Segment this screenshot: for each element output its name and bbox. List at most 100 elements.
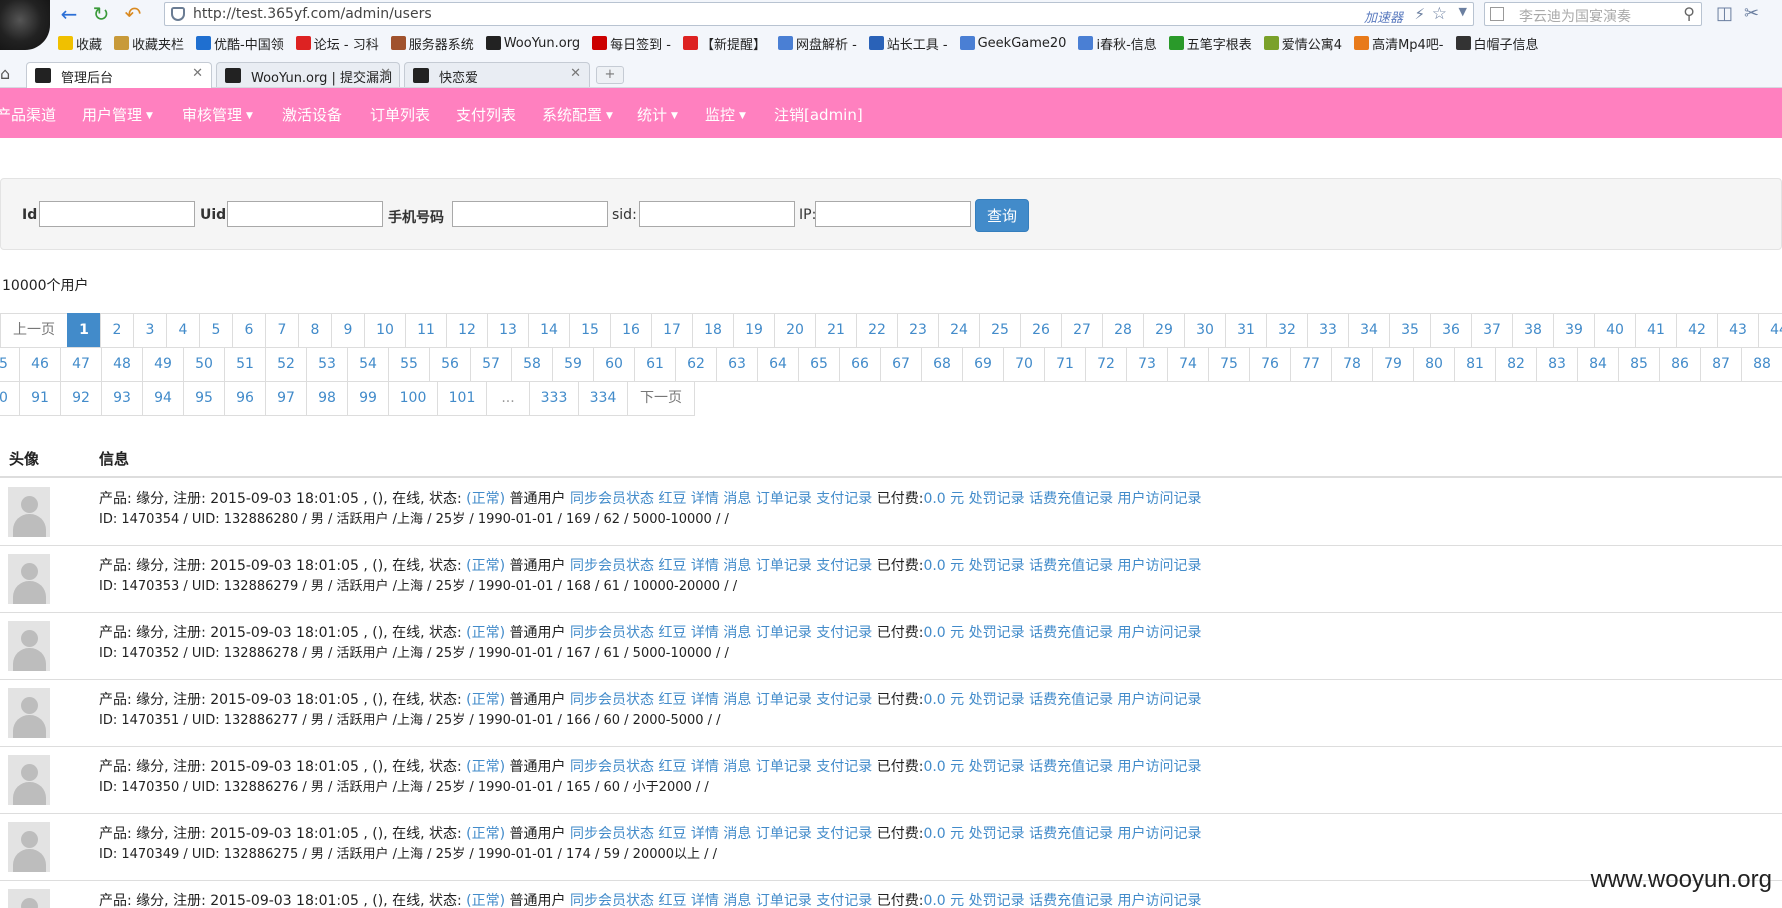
page-link[interactable]: 82 [1495,347,1537,382]
action-link[interactable]: 订单记录 [756,692,812,708]
page-link[interactable]: 68 [921,347,963,382]
bookmark-item[interactable]: 收藏夹栏 [114,32,184,54]
paid-value[interactable]: 0.0 元 [923,759,964,775]
page-link[interactable]: 9 [331,313,365,348]
action-link[interactable]: 同步会员状态 [570,893,654,908]
chevron-down-icon[interactable]: ▼ [1459,5,1467,18]
page-link[interactable]: 73 [1126,347,1168,382]
paid-value[interactable]: 0.0 元 [923,558,964,574]
action-link[interactable]: 同步会员状态 [570,826,654,842]
action-link[interactable]: 话费充值记录 [1029,625,1113,641]
page-link[interactable]: 21 [815,313,857,348]
page-link[interactable]: 16 [610,313,652,348]
bookmark-item[interactable]: 五笔字根表 [1168,32,1252,54]
page-link[interactable]: 28 [1102,313,1144,348]
page-link[interactable]: 50 [183,347,225,382]
action-link[interactable]: 话费充值记录 [1029,491,1113,507]
page-link[interactable]: 39 [1553,313,1595,348]
action-link[interactable]: 支付记录 [816,558,872,574]
action-link[interactable]: 订单记录 [756,759,812,775]
nav-item[interactable]: 统计 ▼ [637,104,678,125]
page-link[interactable]: 33 [1307,313,1349,348]
paid-value[interactable]: 0.0 元 [923,826,964,842]
action-link[interactable]: 消息 [723,491,751,507]
page-link[interactable]: 77 [1290,347,1332,382]
page-link[interactable]: 19 [733,313,775,348]
action-link[interactable]: 消息 [723,826,751,842]
page-link[interactable]: 12 [446,313,488,348]
page-link[interactable]: 61 [634,347,676,382]
page-link[interactable]: 91 [19,381,61,416]
bookmark-item[interactable]: 【新提醒】 [682,32,766,54]
page-link[interactable]: 35 [1389,313,1431,348]
page-link[interactable]: 43 [1717,313,1759,348]
paid-value[interactable]: 0.0 元 [923,491,964,507]
avatar[interactable] [8,487,50,537]
page-link[interactable]: 65 [798,347,840,382]
status-link[interactable]: (正常) [466,893,505,908]
page-link[interactable]: 48 [101,347,143,382]
action-link[interactable]: 同步会员状态 [570,692,654,708]
page-link[interactable]: 13 [487,313,529,348]
page-link[interactable]: 99 [347,381,389,416]
action-link[interactable]: 同步会员状态 [570,558,654,574]
star-icon[interactable]: ☆ [1432,4,1447,24]
page-link[interactable]: 2 [100,313,134,348]
page-link[interactable]: 40 [1594,313,1636,348]
action-link[interactable]: 消息 [723,558,751,574]
page-link[interactable]: 25 [979,313,1021,348]
page-link[interactable]: 8 [298,313,332,348]
bookmark-item[interactable]: 白帽子信息 [1455,32,1539,54]
page-link[interactable]: 88 [1741,347,1782,382]
page-link[interactable]: 1 [67,313,101,348]
page-link[interactable]: 18 [692,313,734,348]
close-icon[interactable]: ✕ [380,66,391,81]
action-link[interactable]: 消息 [723,759,751,775]
action-link[interactable]: 订单记录 [756,558,812,574]
action-link[interactable]: 详情 [691,491,719,507]
action-link[interactable]: 红豆 [658,625,686,641]
new-tab-button[interactable]: + [596,66,624,84]
tab-kuailianai[interactable]: 快恋爱 ✕ [404,62,590,87]
bookmark-manager-icon[interactable]: ◫ [1716,3,1733,24]
page-link[interactable]: 64 [757,347,799,382]
page-link[interactable]: 69 [962,347,1004,382]
status-link[interactable]: (正常) [466,491,505,507]
action-link[interactable]: 处罚记录 [969,558,1025,574]
page-link[interactable]: 76 [1249,347,1291,382]
page-link[interactable]: 41 [1635,313,1677,348]
nav-item[interactable]: 支付列表 [456,104,516,125]
ip-input[interactable] [815,201,971,227]
avatar[interactable] [8,621,50,671]
page-link[interactable]: 92 [60,381,102,416]
nav-item[interactable]: 产品渠道 [0,104,56,125]
action-link[interactable]: 用户访问记录 [1118,491,1202,507]
page-link[interactable]: 42 [1676,313,1718,348]
action-link[interactable]: 话费充值记录 [1029,692,1113,708]
action-link[interactable]: 处罚记录 [969,759,1025,775]
page-link[interactable]: 3 [133,313,167,348]
page-link[interactable]: 85 [1618,347,1660,382]
action-link[interactable]: 支付记录 [816,692,872,708]
page-link[interactable]: 96 [224,381,266,416]
page-link[interactable]: 24 [938,313,980,348]
avatar[interactable] [8,889,50,908]
page-link[interactable]: 81 [1454,347,1496,382]
page-link[interactable]: 27 [1061,313,1103,348]
page-link[interactable]: 34 [1348,313,1390,348]
bookmark-item[interactable]: 收藏 [58,32,102,54]
close-icon[interactable]: ✕ [192,66,203,81]
avatar[interactable] [8,688,50,738]
action-link[interactable]: 红豆 [658,826,686,842]
page-link[interactable]: 79 [1372,347,1414,382]
page-link[interactable]: 90 [0,381,20,416]
action-link[interactable]: 红豆 [658,759,686,775]
page-link[interactable]: 11 [405,313,447,348]
page-link[interactable]: 86 [1659,347,1701,382]
page-link[interactable]: 80 [1413,347,1455,382]
avatar[interactable] [8,755,50,805]
action-link[interactable]: 订单记录 [756,893,812,908]
tab-wooyun[interactable]: WooYun.org | 提交漏洞 ✕ [216,62,400,87]
action-link[interactable]: 支付记录 [816,893,872,908]
page-link[interactable]: 74 [1167,347,1209,382]
